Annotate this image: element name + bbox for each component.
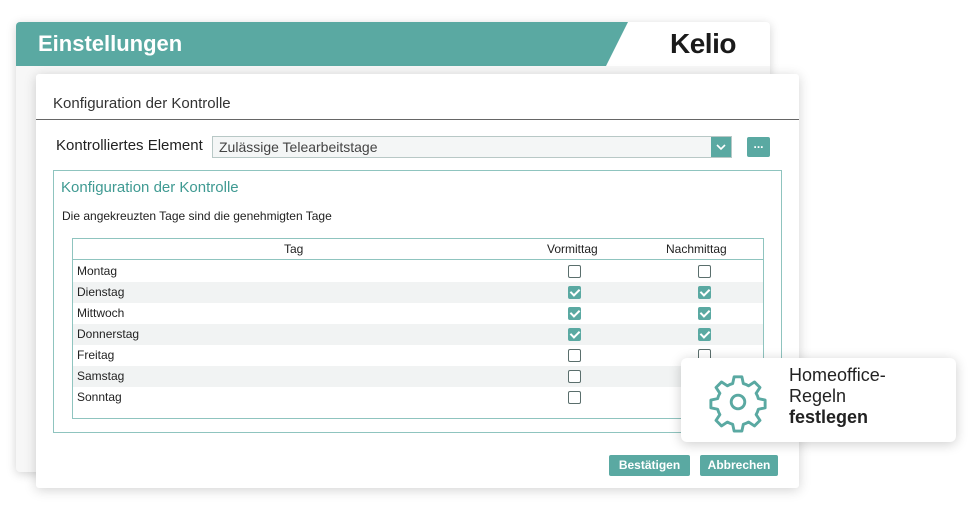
- callout-line1: Homeoffice-: [789, 365, 886, 385]
- divider: [36, 119, 799, 120]
- callout-line2: Regeln: [789, 386, 847, 406]
- afternoon-checkbox[interactable]: [698, 307, 711, 320]
- days-table: Tag Vormittag Nachmittag Montag Dienstag…: [72, 238, 764, 419]
- table-row: Sonntag: [73, 387, 763, 408]
- morning-checkbox[interactable]: [568, 370, 581, 383]
- homeoffice-rules-card: Homeoffice- Regeln festlegen: [681, 358, 956, 442]
- morning-checkbox[interactable]: [568, 391, 581, 404]
- day-label: Sonntag: [77, 390, 122, 404]
- settings-header: Einstellungen Kelio: [16, 22, 770, 66]
- confirm-button[interactable]: Bestätigen: [609, 455, 690, 476]
- column-header-morning: Vormittag: [547, 242, 598, 256]
- column-header-afternoon: Nachmittag: [666, 242, 727, 256]
- chevron-down-icon[interactable]: [711, 137, 731, 157]
- day-label: Mittwoch: [77, 306, 125, 320]
- day-label: Montag: [77, 264, 118, 278]
- afternoon-checkbox[interactable]: [698, 265, 711, 278]
- morning-checkbox[interactable]: [568, 349, 581, 362]
- control-config-group: Konfiguration der Kontrolle Die angekreu…: [53, 170, 782, 433]
- table-row: Mittwoch: [73, 303, 763, 324]
- table-row: Montag: [73, 261, 763, 282]
- callout-line3: festlegen: [789, 407, 869, 427]
- callout-text: Homeoffice- Regeln festlegen: [789, 365, 886, 428]
- table-row: Samstag: [73, 366, 763, 387]
- morning-checkbox[interactable]: [568, 307, 581, 320]
- cancel-button[interactable]: Abbrechen: [700, 455, 778, 476]
- group-description: Die angekreuzten Tage sind die genehmigt…: [62, 209, 332, 223]
- table-header: Tag Vormittag Nachmittag: [73, 239, 763, 260]
- more-options-button[interactable]: ...: [747, 137, 770, 157]
- app-title: Einstellungen: [38, 31, 183, 56]
- controlled-element-value: Zulässige Telearbeitstage: [219, 139, 378, 155]
- morning-checkbox[interactable]: [568, 265, 581, 278]
- day-label: Donnerstag: [77, 327, 140, 341]
- gear-icon: [709, 375, 767, 433]
- afternoon-checkbox[interactable]: [698, 328, 711, 341]
- day-label: Dienstag: [77, 285, 125, 299]
- day-label: Samstag: [77, 369, 125, 383]
- column-header-day: Tag: [284, 242, 304, 256]
- group-title: Konfiguration der Kontrolle: [61, 179, 239, 196]
- dialog-title: Konfiguration der Kontrolle: [53, 95, 231, 112]
- controlled-element-label: Kontrolliertes Element: [56, 137, 203, 154]
- table-row: Dienstag: [73, 282, 763, 303]
- table-row: Donnerstag: [73, 324, 763, 345]
- table-row: Freitag: [73, 345, 763, 366]
- kelio-logo: Kelio: [670, 28, 736, 59]
- day-label: Freitag: [77, 348, 115, 362]
- controlled-element-select[interactable]: Zulässige Telearbeitstage: [212, 136, 732, 158]
- morning-checkbox[interactable]: [568, 328, 581, 341]
- afternoon-checkbox[interactable]: [698, 286, 711, 299]
- morning-checkbox[interactable]: [568, 286, 581, 299]
